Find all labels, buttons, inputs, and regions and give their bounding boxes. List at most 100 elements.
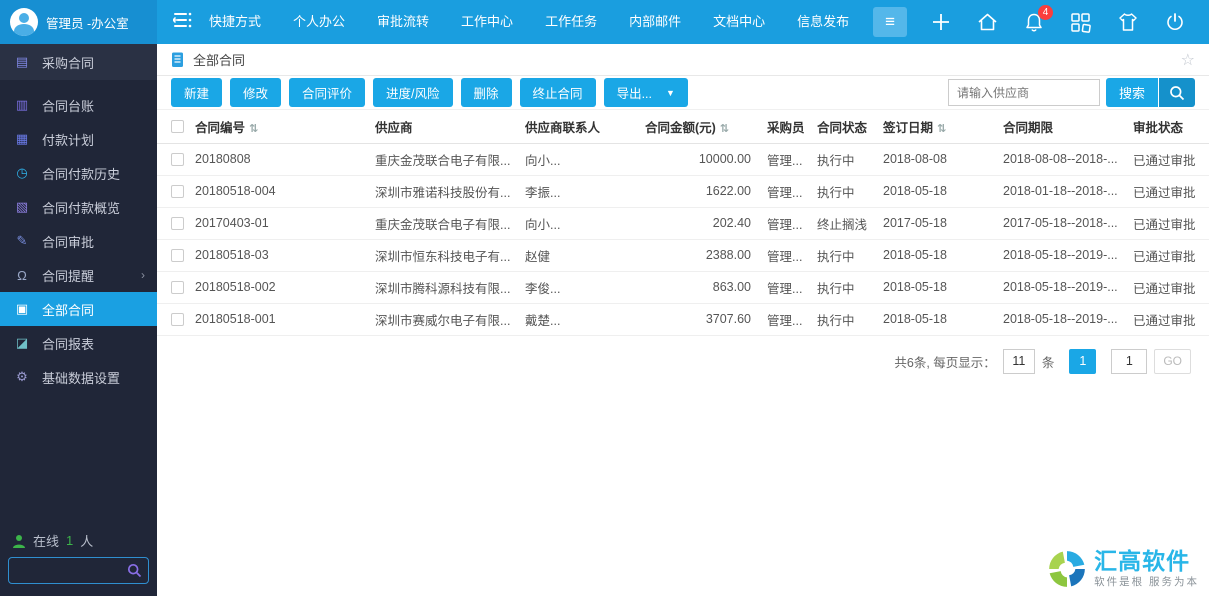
sidebar-item[interactable]: 合同提醒 [0, 258, 157, 292]
nav-item[interactable]: 工作任务 [529, 0, 613, 44]
logo-pinwheel-icon [1049, 551, 1085, 587]
row-checkbox[interactable] [171, 217, 184, 231]
logout-power-icon[interactable] [1165, 12, 1185, 32]
cell-period: 2017-05-18--2018-... [999, 207, 1129, 240]
row-checkbox[interactable] [171, 313, 184, 327]
sidebar-item[interactable]: 合同付款历史 [0, 156, 157, 190]
column-header[interactable]: 签订日期 [879, 110, 999, 144]
toolbar-button[interactable]: 终止合同 [519, 78, 596, 107]
nav-item[interactable]: 审批流转 [361, 0, 445, 44]
table-row[interactable]: 20170403-01 重庆金茂联合电子有限... 向小... 202.40 管… [157, 207, 1209, 240]
user-menu[interactable]: 管理员 -办公室 [0, 0, 157, 44]
toolbar-button[interactable]: 新建 [171, 78, 223, 107]
sidebar-item-icon [14, 97, 30, 113]
sidebar-item-label: 合同台账 [42, 98, 95, 114]
cell-period: 2018-05-18--2019-... [999, 303, 1129, 336]
cell-amount: 2388.00 [637, 239, 763, 272]
cell-approval-status: 已通过审批 [1129, 207, 1209, 240]
nav-item[interactable]: 个人办公 [277, 0, 361, 44]
sidebar-item-label: 合同付款概览 [42, 200, 121, 216]
supplier-search-input[interactable] [947, 79, 1100, 106]
app-window: 管理员 -办公室 快捷方式 个人办公 审批流转 工作中心 工作任务 内部邮件 文档中心 信息发… [0, 0, 1209, 596]
table-row[interactable]: 20180808 重庆金茂联合电子有限... 向小... 10000.00 管理… [157, 143, 1209, 176]
row-checkbox[interactable] [171, 249, 184, 263]
table-header-row: 合同编号 供应商 供应商联系人 合同金额(元) 采购员 合同状态 签订日期 合 [157, 110, 1209, 144]
collapse-menu-icon[interactable] [171, 12, 193, 33]
search-icon [1170, 85, 1185, 100]
apps-grid-icon[interactable] [1070, 12, 1091, 33]
toolbar-button[interactable]: 修改 [230, 78, 282, 107]
sidebar-item-icon [14, 233, 30, 249]
sidebar-item-label: 合同报表 [42, 336, 95, 352]
top-icons: 4 [931, 4, 1209, 33]
sidebar-item[interactable]: 合同台账 [0, 88, 157, 122]
select-all-checkbox[interactable] [171, 120, 184, 134]
nav-item[interactable]: 文档中心 [697, 0, 781, 44]
page-number-button[interactable]: 1 [1069, 348, 1097, 374]
sidebar-item[interactable]: 全部合同 [0, 292, 157, 326]
sidebar-item[interactable]: 合同审批 [0, 224, 157, 258]
more-menu-icon[interactable]: ≡ [873, 7, 908, 37]
toolbar-button[interactable]: 合同评价 [289, 78, 366, 107]
advanced-search-button[interactable] [1159, 78, 1195, 107]
column-header[interactable]: 合同期限 [999, 110, 1129, 144]
cell-sign-date: 2018-05-18 [879, 239, 999, 272]
sort-icon [716, 121, 729, 135]
nav-item[interactable]: 信息发布 [781, 0, 865, 44]
sidebar-item-label: 基础数据设置 [42, 370, 121, 386]
favorite-star-icon[interactable]: ☆ [1181, 50, 1195, 70]
cell-contact: 李俊... [521, 271, 637, 304]
toolbar-button[interactable]: 进度/风险 [373, 78, 453, 107]
pagination-unit: 条 [1041, 355, 1055, 370]
notifications-bell-icon[interactable]: 4 [1024, 4, 1053, 33]
cell-buyer: 管理... [763, 239, 813, 272]
sidebar-item-label: 付款计划 [42, 132, 95, 148]
user-avatar-icon [10, 8, 38, 36]
sidebar-item-label: 采购合同 [42, 55, 95, 71]
row-checkbox-cell [157, 303, 191, 336]
column-header[interactable]: 采购员 [763, 110, 813, 144]
sidebar-item[interactable]: 合同报表 [0, 326, 157, 360]
sidebar-item[interactable]: 采购合同 [0, 44, 157, 80]
column-header[interactable]: 供应商联系人 [521, 110, 637, 144]
table-row[interactable]: 20180518-002 深圳市腾科源科技有限... 李俊... 863.00 … [157, 271, 1209, 304]
theme-shirt-icon[interactable] [1117, 12, 1139, 32]
nav-item[interactable]: 快捷方式 [193, 0, 277, 44]
column-header[interactable]: 供应商 [371, 110, 521, 144]
table-row[interactable]: 20180518-03 深圳市恒东科技电子有... 赵健 2388.00 管理.… [157, 239, 1209, 272]
toolbar-button[interactable]: 导出... ▼ [603, 78, 688, 107]
cell-status: 执行中 [813, 143, 879, 176]
cell-contract-id: 20180808 [191, 143, 371, 176]
cell-supplier: 深圳市雅诺科技股份有... [371, 175, 521, 208]
home-icon[interactable] [977, 12, 998, 32]
column-header[interactable]: 审批状态 [1129, 110, 1209, 144]
add-icon[interactable] [931, 12, 951, 32]
sidebar-item[interactable]: 合同付款概览 [0, 190, 157, 224]
table-row[interactable]: 20180518-004 深圳市雅诺科技股份有... 李振... 1622.00… [157, 175, 1209, 208]
cell-supplier: 深圳市腾科源科技有限... [371, 271, 521, 304]
main-nav: 快捷方式 个人办公 审批流转 工作中心 工作任务 内部邮件 文档中心 信息发布 [193, 0, 865, 44]
goto-page-input[interactable] [1111, 348, 1148, 374]
column-header[interactable]: 合同编号 [191, 110, 371, 144]
cell-contract-id: 20180518-004 [191, 175, 371, 208]
column-header[interactable]: 合同金额(元) [637, 110, 763, 144]
sidebar-item[interactable]: 基础数据设置 [0, 360, 157, 394]
row-checkbox[interactable] [171, 185, 184, 199]
sidebar-item-label: 合同审批 [42, 234, 95, 250]
nav-item[interactable]: 工作中心 [445, 0, 529, 44]
sidebar-item-icon [14, 268, 30, 283]
select-all-checkbox-cell [157, 110, 191, 144]
nav-item[interactable]: 内部邮件 [613, 0, 697, 44]
search-button[interactable]: 搜索 [1105, 78, 1158, 107]
row-checkbox[interactable] [171, 153, 184, 167]
toolbar-button[interactable]: 删除 [460, 78, 512, 107]
cell-sign-date: 2017-05-18 [879, 207, 999, 240]
toolbar: 新建 修改 合同评价 进度/风险 删除 终止合同 导出...▼ 搜索 [157, 76, 1209, 110]
online-user-icon [13, 534, 25, 548]
per-page-input[interactable] [1002, 348, 1035, 374]
table-row[interactable]: 20180518-001 深圳市赛威尔电子有限... 戴楚... 3707.60… [157, 303, 1209, 336]
column-header[interactable]: 合同状态 [813, 110, 879, 144]
row-checkbox[interactable] [171, 281, 184, 295]
sidebar-item[interactable]: 付款计划 [0, 122, 157, 156]
go-button[interactable]: GO [1154, 348, 1191, 374]
